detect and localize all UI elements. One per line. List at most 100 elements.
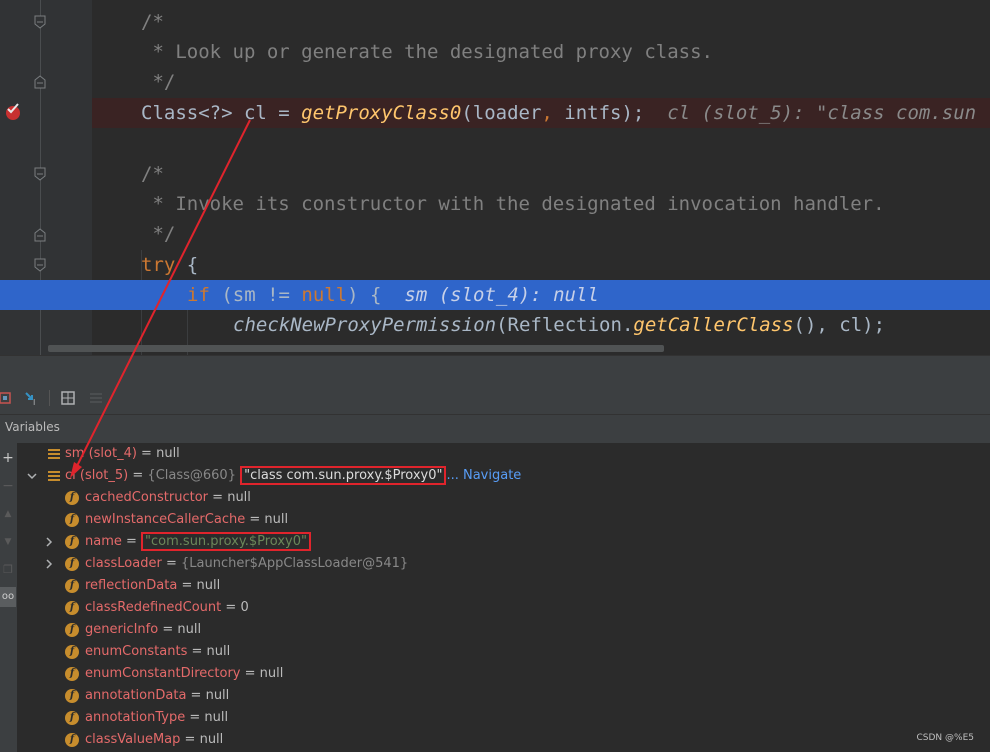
field-name: reflectionData <box>85 578 178 593</box>
table-view-icon[interactable] <box>60 390 76 406</box>
tree-row-expanded[interactable]: cl (slot_5) = {Class@660} "class com.sun… <box>17 465 617 487</box>
svg-text:I: I <box>33 398 35 406</box>
equals-sign: = <box>185 710 205 725</box>
code-text: (sm != <box>209 284 302 306</box>
step-cursor-icon[interactable]: I <box>24 390 40 407</box>
arrow-down-icon[interactable]: ▼ <box>1 535 15 549</box>
code-line-comment[interactable]: /* <box>92 7 990 37</box>
field-name: classRedefinedCount <box>85 600 222 615</box>
breakpoint-check-icon[interactable] <box>3 101 23 121</box>
fold-start-icon[interactable] <box>33 75 47 89</box>
comment-text: * Look up or generate the designated pro… <box>141 41 713 63</box>
field-icon: f <box>65 689 79 703</box>
watermark: CSDN @%E5 <box>916 733 975 743</box>
restore-layout-icon[interactable] <box>0 390 12 406</box>
code-line-breakpoint[interactable]: Class<?> cl = getProxyClass0(loader, int… <box>92 98 990 128</box>
field-name: classValueMap <box>85 732 181 747</box>
field-icon: f <box>65 733 79 747</box>
chevron-right-icon[interactable] <box>43 558 55 570</box>
equals-sign: = <box>221 600 241 615</box>
chevron-down-icon[interactable] <box>26 470 38 482</box>
toolbar-divider <box>49 390 50 406</box>
highlighted-name-string: "com.sun.proxy.$Proxy0" <box>141 532 311 551</box>
list-lines-icon <box>48 449 60 459</box>
keyword-null: null <box>301 284 348 306</box>
code-line-try[interactable]: try { <box>92 250 990 280</box>
code-comma: , <box>541 102 565 124</box>
glasses-icon[interactable]: oo <box>0 587 16 607</box>
field-icon: f <box>65 711 79 725</box>
code-line-comment[interactable]: */ <box>92 67 990 97</box>
field-name: name <box>85 534 122 549</box>
field-value: null <box>196 578 221 593</box>
variable-value: null <box>156 446 180 461</box>
equals-sign: = <box>161 556 181 571</box>
copy-icon[interactable]: ❐ <box>1 563 15 577</box>
equals-sign: = <box>180 732 200 747</box>
field-name: newInstanceCallerCache <box>85 512 246 527</box>
code-line-current-execution[interactable]: if (sm != null) { sm (slot_4): null <box>0 280 990 310</box>
field-name: annotationType <box>85 710 186 725</box>
equals-sign: = <box>186 688 206 703</box>
object-reference: {Launcher$AppClassLoader@541} <box>180 556 409 571</box>
highlighted-class-string: "class com.sun.proxy.$Proxy0" <box>240 466 447 485</box>
variables-title: Variables <box>5 420 60 434</box>
field-name: cachedConstructor <box>85 490 209 505</box>
field-value: null <box>264 512 289 527</box>
list-lines-icon <box>48 471 60 481</box>
field-icon: f <box>65 601 79 615</box>
field-value: null <box>177 622 202 637</box>
field-value: null <box>205 688 230 703</box>
equals-sign: = <box>128 468 148 483</box>
fold-end-icon[interactable] <box>33 258 47 272</box>
navigate-link[interactable]: ... Navigate <box>446 468 521 483</box>
comment-text: */ <box>141 71 176 93</box>
code-text: { <box>175 254 199 276</box>
horizontal-scrollbar[interactable] <box>48 345 664 352</box>
field-name: enumConstants <box>85 644 188 659</box>
code-line-check-permission[interactable]: checkNewProxyPermission(Reflection.getCa… <box>92 310 990 340</box>
fold-start-icon[interactable] <box>33 228 47 242</box>
code-text: ) { <box>347 284 382 306</box>
equals-sign: = <box>177 578 197 593</box>
field-value: null <box>206 644 231 659</box>
code-line-comment[interactable]: */ <box>92 219 990 249</box>
code-line-comment[interactable]: /* <box>92 159 990 189</box>
keyword-try: try <box>141 254 176 276</box>
code-text: Class<?> cl = <box>141 102 302 124</box>
fold-end-icon[interactable] <box>33 167 47 181</box>
field-name: classLoader <box>85 556 162 571</box>
field-icon: f <box>65 557 79 571</box>
field-value: null <box>259 666 284 681</box>
arrow-up-icon[interactable]: ▲ <box>1 507 15 521</box>
method-call: getCallerClass <box>633 314 794 336</box>
minus-icon[interactable]: − <box>1 479 15 493</box>
object-reference: {Class@660} <box>147 468 241 483</box>
equals-sign: = <box>121 534 142 549</box>
field-value: null <box>199 732 224 747</box>
code-text: (Reflection. <box>496 314 634 336</box>
field-icon: f <box>65 513 79 527</box>
code-editor[interactable]: /* * Look up or generate the designated … <box>0 0 990 355</box>
field-icon: f <box>65 667 79 681</box>
code-line-comment[interactable]: * Invoke its constructor with the design… <box>92 189 990 219</box>
equals-sign: = <box>187 644 207 659</box>
fold-end-icon[interactable] <box>33 15 47 29</box>
plus-icon[interactable]: + <box>1 451 15 465</box>
comment-text: /* <box>141 11 164 33</box>
field-value: null <box>204 710 229 725</box>
field-icon: f <box>65 579 79 593</box>
code-text: intfs); <box>564 102 645 124</box>
equals-sign: = <box>240 666 260 681</box>
equals-sign: = <box>245 512 265 527</box>
variables-side-toolbar: + − ▲ ▼ ❐ oo <box>0 443 17 752</box>
keyword-if: if <box>187 284 210 306</box>
code-line-comment[interactable]: * Look up or generate the designated pro… <box>92 37 990 67</box>
equals-sign: = <box>208 490 228 505</box>
chevron-right-icon[interactable] <box>43 536 55 548</box>
field-icon: f <box>65 645 79 659</box>
debug-toolbar: I <box>0 383 990 415</box>
inline-debug-value: sm (slot_4): null <box>381 284 599 306</box>
variable-name: cl (slot_5) <box>65 468 129 483</box>
variables-tree[interactable]: sm (slot_4) = null cl (slot_5) = {Class@… <box>17 443 990 752</box>
